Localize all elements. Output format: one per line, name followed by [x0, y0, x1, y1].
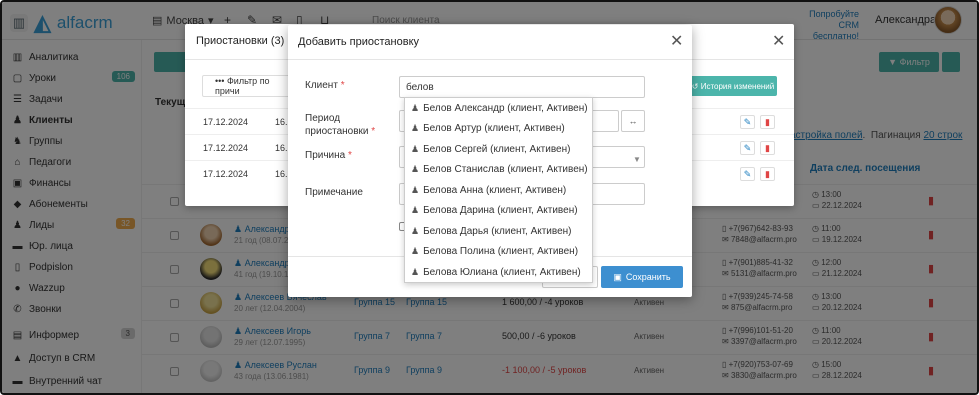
option-label: Белова Дарья (клиент, Активен) [423, 225, 572, 237]
trash-icon[interactable]: ▮ [760, 115, 775, 129]
option-label: Белов Александр (клиент, Активен) [423, 102, 588, 114]
close-icon[interactable]: ✕ [670, 31, 683, 51]
edit-icon[interactable]: ✎ [740, 141, 755, 155]
user-icon: ♟ [411, 122, 420, 133]
edit-icon[interactable]: ✎ [740, 115, 755, 129]
caret-down-icon: ▼ [633, 155, 641, 164]
start-date: 17.12.2024 [203, 169, 249, 179]
autocomplete-option[interactable]: ♟ Белов Сергей (клиент, Активен) [411, 139, 591, 159]
save-button[interactable]: ▣ Сохранить [601, 266, 683, 288]
end-date: 16. [275, 117, 288, 127]
required-marker: * [371, 126, 376, 137]
edit-icon[interactable]: ✎ [740, 167, 755, 181]
history-icon: ↺ [691, 81, 699, 91]
start-date: 17.12.2024 [203, 117, 249, 127]
autocomplete-option[interactable]: ♟ Белова Дарина (клиент, Активен) [411, 200, 591, 220]
autocomplete-option[interactable]: ♟ Белова Полина (клиент, Активен) [411, 241, 591, 261]
client-input[interactable]: белов [399, 76, 645, 98]
reason-label: Причина * [305, 149, 352, 162]
save-button-label: Сохранить [625, 272, 671, 282]
user-icon: ♟ [411, 204, 420, 215]
option-label: Белов Артур (клиент, Активен) [423, 122, 565, 134]
required-marker: * [348, 150, 352, 161]
option-label: Белова Юлиана (клиент, Активен) [423, 266, 581, 278]
user-icon: ♟ [411, 102, 420, 113]
required-marker: * [340, 80, 345, 91]
divider [288, 59, 692, 60]
app-window: ▥ ◭ alfacrm ▤ Москва ▾ + ✎ ✉ ▯ ⊔ Поиск к… [0, 0, 979, 395]
user-icon: ♟ [411, 245, 420, 256]
client-autocomplete-list: ♟ Белов Александр (клиент, Активен) ♟ Бело… [404, 97, 593, 283]
user-icon: ♟ [411, 225, 420, 236]
end-date: 16. [275, 169, 288, 179]
end-date: 16. [275, 143, 288, 153]
option-label: Белов Сергей (клиент, Активен) [423, 143, 571, 155]
period-label-text: Период приостановки [305, 113, 369, 137]
close-icon[interactable]: ✕ [772, 31, 785, 51]
option-label: Белов Станислав (клиент, Активен) [423, 163, 588, 175]
start-date: 17.12.2024 [203, 143, 249, 153]
autocomplete-option[interactable]: ♟ Белов Станислав (клиент, Активен) [411, 159, 591, 179]
autocomplete-option[interactable]: ♟ Белова Юлиана (клиент, Активен) [411, 262, 591, 282]
user-icon: ♟ [411, 163, 420, 174]
swap-dates-icon[interactable]: ↔ [621, 110, 645, 132]
history-button[interactable]: ↺ История изменений [689, 76, 777, 96]
autocomplete-option[interactable]: ♟ Белов Артур (клиент, Активен) [411, 118, 591, 138]
note-label: Примечание [305, 187, 363, 198]
autocomplete-option[interactable]: ♟ Белова Дарья (клиент, Активен) [411, 221, 591, 241]
save-icon: ▣ [613, 271, 622, 282]
client-label: Клиент * [305, 79, 345, 92]
user-icon: ♟ [411, 143, 420, 154]
autocomplete-option[interactable]: ♟ Белов Александр (клиент, Активен) [411, 98, 591, 118]
user-icon: ♟ [411, 266, 420, 277]
option-label: Белова Анна (клиент, Активен) [423, 184, 567, 196]
reason-label-text: Причина [305, 150, 346, 161]
modal-title: Добавить приостановку [298, 36, 420, 48]
option-label: Белова Полина (клиент, Активен) [423, 245, 579, 257]
filter-reason-button[interactable]: ••• Фильтр по причи [202, 75, 294, 97]
period-label: Период приостановки * [305, 112, 385, 138]
autocomplete-option[interactable]: ♟ Белова Анна (клиент, Активен) [411, 180, 591, 200]
user-icon: ♟ [411, 184, 420, 195]
trash-icon[interactable]: ▮ [760, 141, 775, 155]
option-label: Белова Дарина (клиент, Активен) [423, 204, 578, 216]
history-button-label: История изменений [700, 81, 775, 91]
modal-title: Приостановки (3) [196, 35, 285, 47]
trash-icon[interactable]: ▮ [760, 167, 775, 181]
client-label-text: Клиент [305, 80, 338, 91]
